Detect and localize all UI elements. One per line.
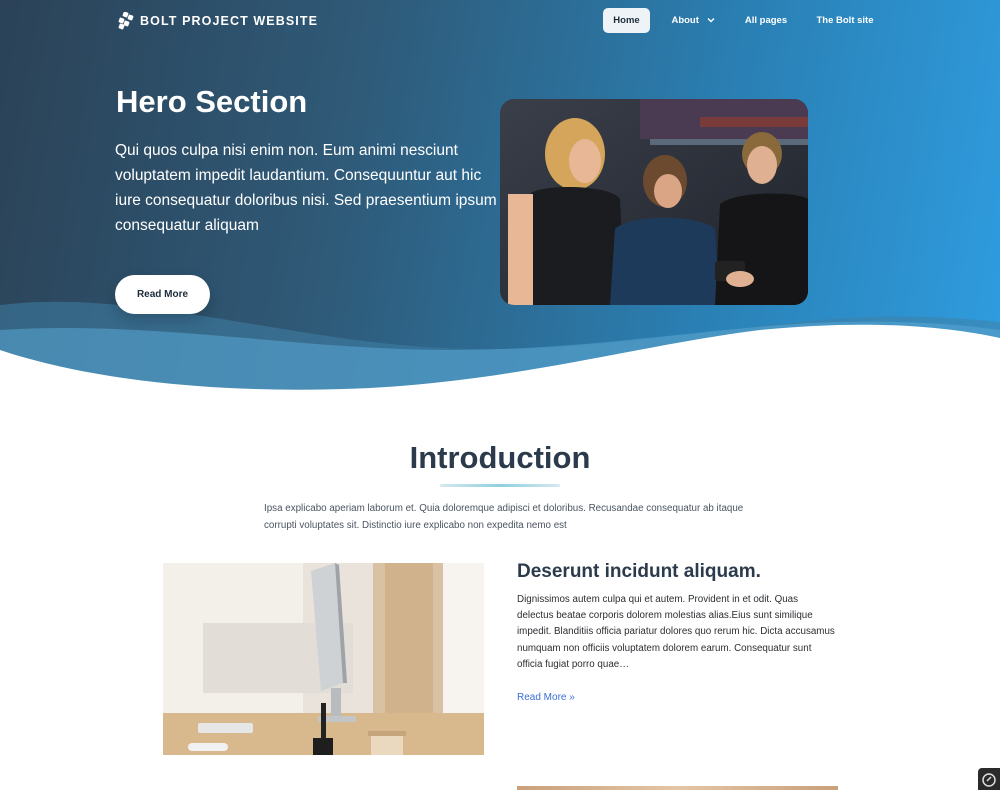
nav-home[interactable]: Home: [603, 8, 650, 33]
nav-about[interactable]: About: [660, 8, 726, 33]
hero-description: Qui quos culpa nisi enim non. Eum animi …: [115, 142, 497, 234]
title-underline: [440, 484, 560, 487]
nav-all-pages-label: All pages: [744, 15, 788, 26]
brand[interactable]: BOLT PROJECT WEBSITE: [118, 12, 318, 30]
hero-title: Hero Section: [116, 84, 308, 119]
introduction-text: Ipsa explicabo aperiam laborum et. Quia …: [264, 503, 744, 531]
desk-photo-illustration: [163, 563, 484, 755]
brand-name: BOLT PROJECT WEBSITE: [140, 14, 319, 28]
nav-about-label: About: [671, 15, 699, 26]
article-read-more-link[interactable]: Read More »: [517, 692, 575, 703]
introduction-title: Introduction: [409, 440, 591, 475]
corner-widget-icon[interactable]: [978, 768, 1000, 790]
nav-bolt-site-label: The Bolt site: [816, 15, 874, 26]
chevron-down-icon: [707, 18, 715, 23]
toolbar-logo-icon: [982, 773, 996, 787]
hero-image: [500, 99, 808, 305]
bolt-logo-icon: [118, 12, 134, 30]
article-excerpt: Dignissimos autem culpa qui et autem. Pr…: [517, 594, 835, 670]
top-navigation: BOLT PROJECT WEBSITE Home About All page…: [0, 0, 1000, 42]
hero-section: BOLT PROJECT WEBSITE Home About All page…: [0, 0, 1000, 400]
article-image: [163, 563, 484, 755]
article-title[interactable]: Deserunt incidunt aliquam.: [517, 561, 761, 583]
nav-all-pages[interactable]: All pages: [736, 8, 796, 33]
nav-bolt-site[interactable]: The Bolt site: [808, 8, 882, 33]
next-article-image-edge: [517, 786, 838, 790]
team-photo-illustration: [500, 99, 808, 305]
read-more-button[interactable]: Read More: [115, 275, 210, 314]
nav-home-label: Home: [613, 15, 640, 26]
